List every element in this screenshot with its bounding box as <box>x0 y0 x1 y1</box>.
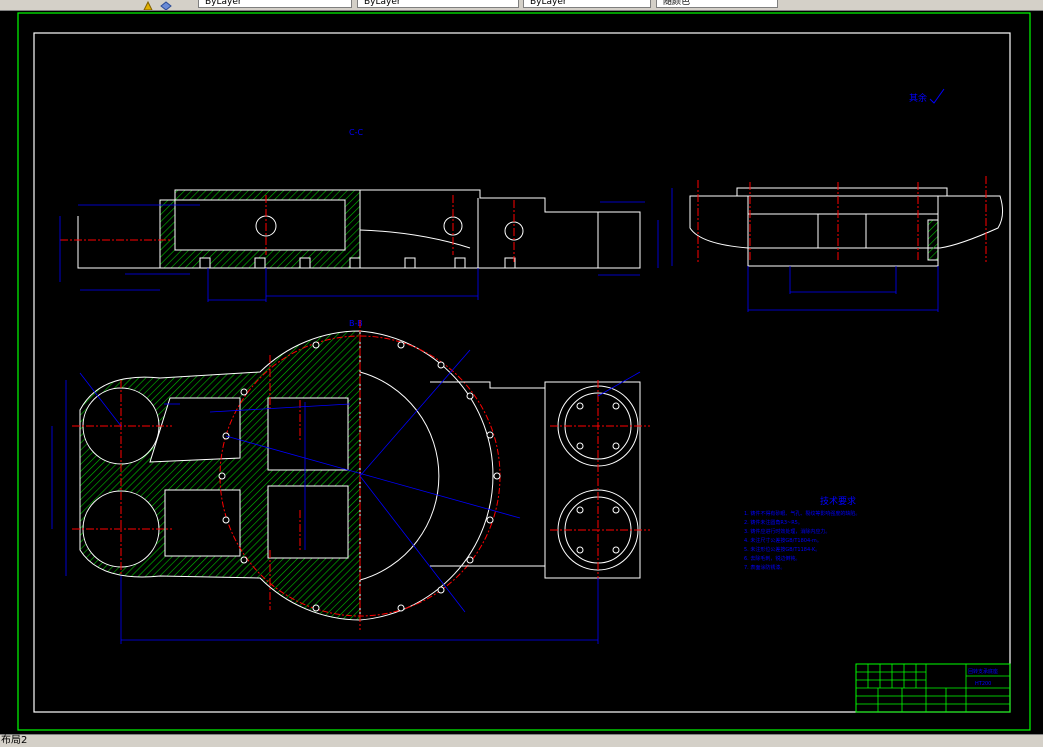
layer-state-icon[interactable] <box>143 0 153 10</box>
properties-toolbar: ByLayer ByLayer ByLayer 随颜色 <box>0 0 1043 11</box>
plan-view <box>51 320 650 644</box>
right-side-view <box>671 176 1004 312</box>
tech-item: 2. 铸件未注圆角R3~R5。 <box>744 519 803 526</box>
tab-layout-2[interactable]: 布局2 <box>0 735 27 747</box>
title-block-name: 回转支承底座 <box>968 668 998 675</box>
drawing-canvas[interactable]: 其余 C-C B-B 技术要求 1. 铸件不得有砂眼、气孔、裂纹等影响强度的缺陷… <box>0 11 1043 734</box>
lineweight-select[interactable]: ByLayer <box>523 0 651 8</box>
sheet-inner-border <box>33 32 1011 713</box>
section-cc-view <box>59 189 659 302</box>
section-label-bb: B-B <box>349 319 363 328</box>
tech-item: 7. 表面涂防锈漆。 <box>744 564 785 571</box>
tech-item: 4. 未注尺寸公差按GB/T1804-m。 <box>744 537 822 544</box>
roughness-note: 其余 <box>909 92 927 104</box>
tech-item: 6. 去除毛刺，锐边倒钝。 <box>744 555 800 562</box>
plotstyle-select[interactable]: 随颜色 <box>656 0 778 8</box>
tech-requirements-list: 1. 铸件不得有砂眼、气孔、裂纹等影响强度的缺陷。 2. 铸件未注圆角R3~R5… <box>744 510 860 571</box>
cad-drawing: 其余 C-C B-B 技术要求 1. 铸件不得有砂眼、气孔、裂纹等影响强度的缺陷… <box>17 12 1031 731</box>
roughness-symbol-icon <box>929 88 945 104</box>
title-block-material: HT200 <box>975 681 991 687</box>
title-block: 回转支承底座 HT200 <box>855 663 1011 713</box>
tech-item: 5. 未注形位公差按GB/T1184-K。 <box>744 546 820 553</box>
sheet-outer-border <box>17 12 1031 731</box>
tech-item: 1. 铸件不得有砂眼、气孔、裂纹等影响强度的缺陷。 <box>744 510 860 517</box>
tech-item: 3. 铸件应进行时效处理，消除内应力。 <box>744 528 830 535</box>
layout-tab-bar: 布局2 <box>0 734 1043 747</box>
tech-requirements-title: 技术要求 <box>820 495 856 507</box>
section-label-cc: C-C <box>349 128 363 137</box>
layer-select[interactable]: ByLayer <box>198 0 352 8</box>
linetype-select[interactable]: ByLayer <box>357 0 519 8</box>
layer-previous-icon[interactable] <box>160 0 172 10</box>
